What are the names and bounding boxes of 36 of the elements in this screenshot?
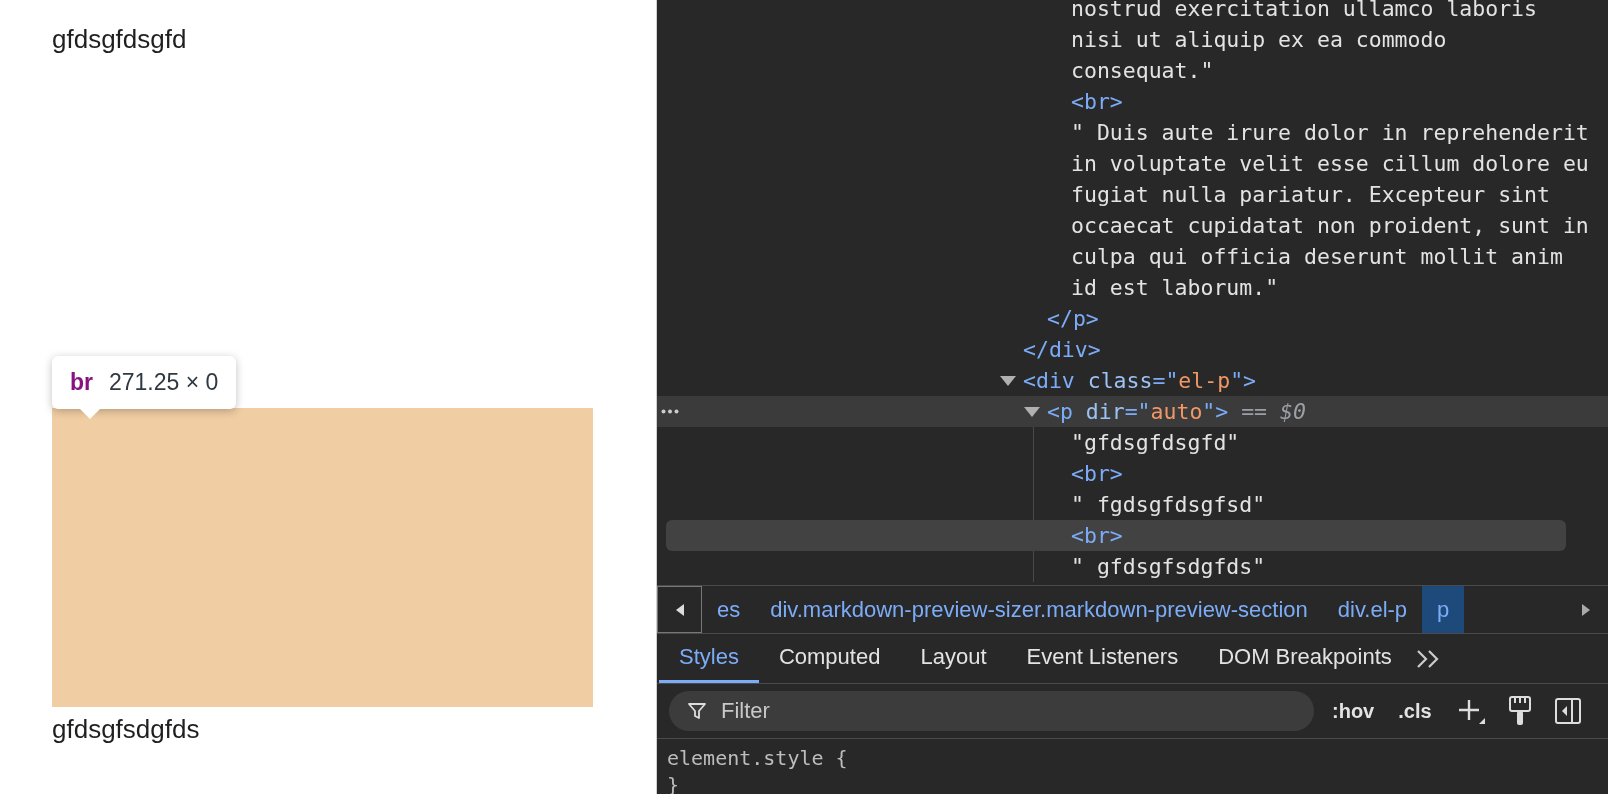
- dom-closing-tag[interactable]: </p>: [1047, 303, 1099, 334]
- more-icon[interactable]: [661, 409, 679, 414]
- dom-text-node[interactable]: " gfdsgfsdgfds": [1071, 551, 1589, 582]
- breadcrumb-link[interactable]: div.markdown-preview-sizer.markdown-preview-section: [755, 586, 1323, 633]
- dom-closing-tag[interactable]: </div>: [1023, 334, 1101, 365]
- panel-tab[interactable]: Layout: [900, 634, 1007, 683]
- right-triangle-icon: [1580, 603, 1591, 616]
- panel-tab[interactable]: Styles: [659, 634, 759, 683]
- tooltip-tag: br: [70, 369, 93, 396]
- dom-text-node[interactable]: " fgdsgfdsgfsd": [1071, 489, 1589, 520]
- left-triangle-icon: [674, 603, 685, 616]
- expanded-triangle-icon[interactable]: [1023, 406, 1041, 418]
- paragraph-text: gfdsgfdsgfd: [52, 23, 188, 56]
- breadcrumb-link[interactable]: div.el-p: [1322, 586, 1423, 633]
- panel-tab[interactable]: Event Listeners: [1006, 634, 1199, 683]
- toggle-button[interactable]: .cls: [1392, 699, 1438, 723]
- scroll-left-button[interactable]: [657, 586, 702, 633]
- panel-tab[interactable]: DOM Breakpoints: [1198, 634, 1412, 683]
- breadcrumb-link[interactable]: es: [702, 586, 756, 633]
- toggle-button[interactable]: :hov: [1326, 699, 1381, 723]
- dom-tag[interactable]: <br>: [1071, 520, 1123, 551]
- dom-tag[interactable]: <br>: [1071, 86, 1123, 117]
- panel-tab[interactable]: Computed: [758, 634, 901, 683]
- filter-field[interactable]: Filter: [719, 697, 1296, 725]
- dom-text-node[interactable]: " Duis aute irure dolor in reprehenderit in voluptate velit esse cillum dolore eu fugiat nulla pariatur. Excepteur sint occaecat cupidatat non proident, sunt in culpa qui officia deserunt mollit anim id est laborum.": [1071, 117, 1589, 303]
- tooltip-size: 271.25 × 0: [109, 369, 219, 396]
- dom-text-node[interactable]: "gfdsgfdsgfd": [1071, 427, 1589, 458]
- style-selector[interactable]: element.style {: [667, 745, 1598, 772]
- breadcrumb-link[interactable]: p: [1422, 586, 1465, 633]
- dom-text-node[interactable]: nostrud exercitation ullamco laboris nisi ut aliquip ex ea commodo consequat.": [1071, 0, 1589, 86]
- expanded-triangle-icon[interactable]: [999, 375, 1017, 387]
- paragraph-text: gfdsgfsdgfds: [52, 713, 201, 746]
- dom-tag[interactable]: <div class="el-p">: [1023, 365, 1256, 396]
- filter-icon: [687, 701, 707, 721]
- filter-box[interactable]: Filter: [669, 691, 1314, 731]
- dom-tag[interactable]: <br>: [1071, 458, 1123, 489]
